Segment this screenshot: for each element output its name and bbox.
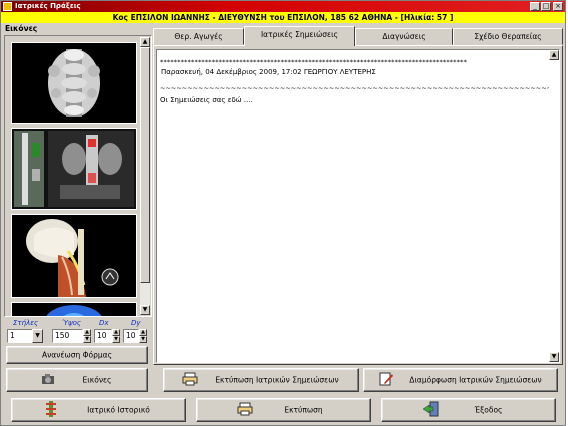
dx-input[interactable]: 10 [94, 329, 112, 343]
thumbnail-3d-head-neck[interactable] [11, 214, 137, 298]
medical-history-button[interactable]: Ιατρικό Ιστορικό [11, 398, 186, 422]
thumbnail-cervical-spine[interactable] [11, 42, 137, 124]
notes-separator-tildes: ~~~~~~~~~~~~~~~~~~~~~~~~~~~~~~~~~~~~~~~~… [160, 84, 559, 92]
print-label: Εκτύπωση [284, 405, 323, 415]
dx-stepper[interactable]: ▲ ▼ [112, 329, 120, 343]
refresh-form-label: Ανανέωση Φόρμας [41, 350, 113, 360]
height-input[interactable]: 150 [52, 329, 83, 343]
images-button-label: Εικόνες [82, 375, 112, 385]
window-title: Ιατρικές Πράξεις [15, 2, 81, 10]
print-notes-button[interactable]: Εκτύπωση Ιατρικών Σημειώσεων [163, 368, 359, 392]
exit-label: Έξοδος [474, 405, 503, 415]
dy-stepper[interactable]: ▲ ▼ [139, 329, 147, 343]
format-notes-label: Διαμόρφωση Ιατρικών Σημειώσεων [409, 375, 542, 385]
tab-treatments[interactable]: Θερ. Αγωγές [153, 28, 244, 45]
dx-label: Dx [99, 319, 109, 327]
images-panel-label: Εικόνες [5, 24, 38, 33]
exit-button[interactable]: Έξοδος [381, 398, 556, 422]
thumbnail-coronal-ct[interactable] [11, 128, 137, 210]
notes-separator-stars: ****************************************… [160, 58, 468, 66]
tab-medical-notes[interactable]: Ιατρικές Σημειώσεις [244, 26, 355, 46]
print-button[interactable]: Εκτύπωση [196, 398, 371, 422]
minimize-button[interactable]: _ [530, 2, 540, 11]
medical-notes-textarea[interactable]: ****************************************… [156, 49, 560, 363]
notes-text: Οι Σημειώσεις σας εδώ .... [160, 96, 253, 104]
app-icon [3, 2, 12, 11]
title-bar[interactable]: Ιατρικές Πράξεις _ □ × [1, 1, 565, 12]
dy-label: Dy [131, 319, 141, 327]
columns-dropdown-icon[interactable]: ▼ [32, 329, 43, 343]
height-label: Ύψος [62, 319, 82, 327]
medical-acts-window: Ιατρικές Πράξεις _ □ × Κος ΕΠΣΙΛΟΝ ΙΩΑΝΝ… [0, 0, 566, 426]
scroll-up-arrow-icon[interactable]: ▲ [140, 37, 150, 47]
medical-history-label: Ιατρικό Ιστορικό [87, 405, 150, 415]
tab-diagnoses[interactable]: Διαγνώσεις [355, 28, 453, 45]
format-notes-button[interactable]: Διαμόρφωση Ιατρικών Σημειώσεων [363, 368, 558, 392]
ct-coronal-image [12, 129, 136, 209]
close-button[interactable]: × [553, 2, 563, 11]
notes-scrollbar[interactable]: ▲ ▼ [549, 50, 559, 362]
notes-scroll-up-icon[interactable]: ▲ [549, 50, 559, 60]
edit-document-icon [378, 371, 394, 389]
dy-input[interactable]: 10 [123, 329, 139, 343]
scroll-down-arrow-icon[interactable]: ▼ [140, 305, 150, 315]
scroll-thumb[interactable] [140, 47, 150, 283]
patient-banner: Κος ΕΠΣΙΛΟΝ ΙΩΑΝΝΗΣ - ΔΙΕΥΘΥΝΣΗ του ΕΠΣΙ… [1, 12, 565, 23]
images-button[interactable]: Εικόνες [6, 368, 148, 392]
thumbnails-scrollbar[interactable]: ▲ ▼ [140, 37, 150, 315]
print-notes-label: Εκτύπωση Ιατρικών Σημειώσεων [215, 375, 339, 385]
maximize-button[interactable]: □ [541, 2, 551, 11]
notes-scroll-down-icon[interactable]: ▼ [549, 352, 559, 362]
height-stepper[interactable]: ▲ ▼ [83, 329, 91, 343]
columns-label: Στήλες [13, 319, 39, 327]
image-thumbnails-panel: ▲ ▼ [4, 35, 152, 317]
thumbnail-blue-scan[interactable] [11, 302, 137, 316]
tab-treatment-plan[interactable]: Σχέδιο Θεραπείας [453, 28, 563, 45]
printer-icon [182, 372, 198, 388]
notes-timestamp: Παρασκευή, 04 Δεκέμβριος 2009, 17:02 ΓΕΩ… [161, 68, 376, 76]
ct-blue-image [12, 303, 136, 316]
refresh-form-button[interactable]: Ανανέωση Φόρμας [6, 346, 148, 364]
ct-spine-image [12, 43, 136, 123]
ct-3d-image [12, 215, 136, 297]
